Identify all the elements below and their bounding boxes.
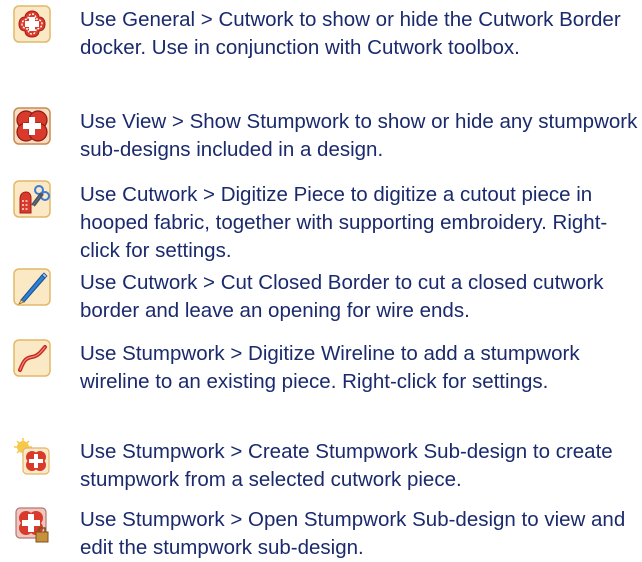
cutwork-border-icon (12, 4, 52, 44)
open-stumpwork-subdesign-icon (12, 504, 52, 544)
item-description: Use Stumpwork > Digitize Wireline to add… (80, 342, 580, 393)
cut-closed-border-icon (12, 267, 52, 307)
item-description: Use Stumpwork > Create Stumpwork Sub-des… (80, 440, 613, 491)
create-stumpwork-subdesign-icon (12, 436, 52, 476)
item-description: Use General > Cutwork to show or hide th… (80, 8, 621, 59)
toolbar-command-list: Use General > Cutwork to show or hide th… (0, 0, 642, 561)
item-description: Use Cutwork > Cut Closed Border to cut a… (80, 271, 604, 322)
digitize-wireline-icon (12, 338, 52, 378)
item-description: Use View > Show Stumpwork to show or hid… (80, 110, 638, 161)
item-description: Use Cutwork > Digitize Piece to digitize… (80, 183, 608, 262)
item-description: Use Stumpwork > Open Stumpwork Sub-desig… (80, 508, 626, 559)
show-stumpwork-icon (12, 106, 52, 146)
digitize-piece-icon (12, 179, 52, 219)
